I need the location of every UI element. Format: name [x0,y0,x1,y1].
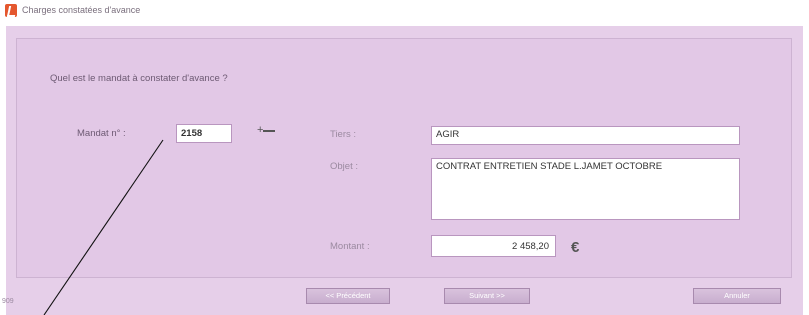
annotation-pointer-line [43,139,164,315]
